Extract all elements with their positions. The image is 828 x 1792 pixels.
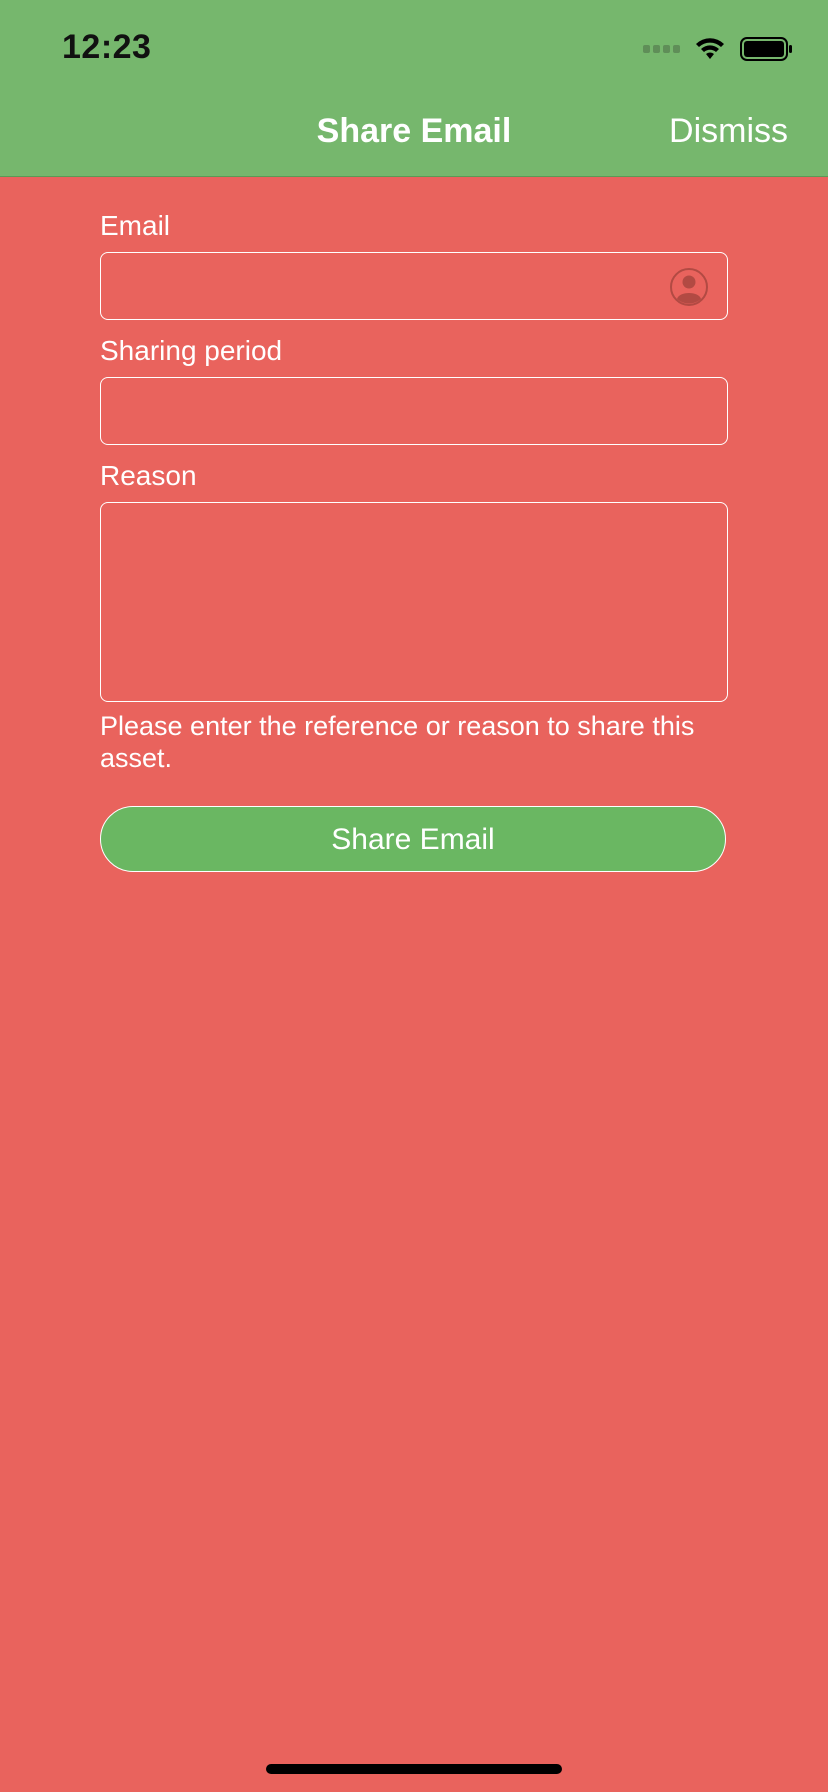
reason-textarea[interactable] — [100, 502, 728, 702]
sharing-period-label: Sharing period — [100, 335, 283, 366]
status-time: 12:23 — [62, 28, 152, 66]
sharing-period-field[interactable] — [100, 377, 728, 445]
reason-hint-text: Please enter the reference or reason to … — [100, 711, 695, 773]
email-field[interactable] — [100, 252, 728, 320]
cellular-signal-icon — [643, 45, 680, 53]
navigation-header: 12:23 Share Email Dismiss — [0, 0, 828, 177]
contact-picker-icon[interactable] — [669, 267, 709, 307]
dismiss-button[interactable]: Dismiss — [669, 112, 788, 151]
share-email-button[interactable]: Share Email — [100, 806, 726, 872]
status-indicators — [643, 36, 794, 62]
wifi-icon — [696, 38, 724, 59]
reason-label: Reason — [100, 460, 197, 491]
battery-icon — [740, 37, 792, 61]
email-label: Email — [100, 210, 171, 241]
home-indicator — [266, 1764, 562, 1774]
